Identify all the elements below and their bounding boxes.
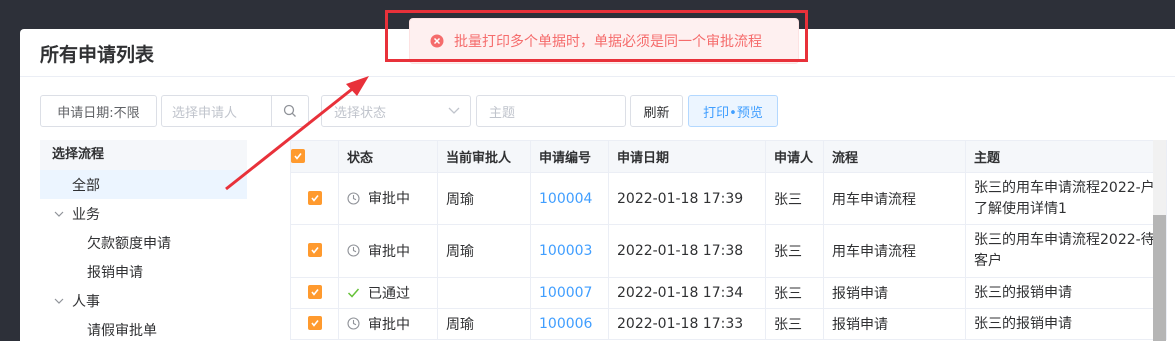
status-text: 审批中 xyxy=(368,316,410,333)
applicant-placeholder: 选择申请人 xyxy=(172,105,238,121)
row-checkbox[interactable] xyxy=(290,172,339,225)
tree-node-leave[interactable]: 请假审批单 xyxy=(40,315,247,341)
table-row[interactable]: 审批中 周瑜 100003 2022-01-18 17:38 张三 用车申请流程… xyxy=(290,224,1167,278)
tree-node-label: 请假审批单 xyxy=(87,322,157,339)
tree-node-all[interactable]: 全部 xyxy=(40,170,247,199)
application-number-link[interactable]: 100006 xyxy=(530,308,609,340)
tree-node-hr[interactable]: 人事 xyxy=(40,286,247,315)
print-preview-button[interactable]: 打印•预览 xyxy=(688,95,778,127)
tree-header: 选择流程 xyxy=(40,140,247,170)
flow-cell: 报销申请 xyxy=(823,308,966,340)
applications-table: 状态 当前审批人 申请编号 申请日期 申请人 流程 主题 审批中 周瑜 1000… xyxy=(290,140,1167,340)
tree-node-business[interactable]: 业务 xyxy=(40,199,247,228)
tree-node-debt-limit[interactable]: 欠款额度申请 xyxy=(40,228,247,257)
toast-message: 批量打印多个单据时，单据必须是同一个审批流程 xyxy=(454,34,762,50)
approver-cell: 周瑜 xyxy=(437,172,531,225)
applicant-cell: 张三 xyxy=(765,172,824,225)
approver-cell: 周瑜 xyxy=(437,224,531,278)
application-number-link[interactable]: 100004 xyxy=(530,172,609,225)
flow-cell: 报销申请 xyxy=(823,277,966,309)
table-row[interactable]: 审批中 周瑜 100004 2022-01-18 17:39 张三 用车申请流程… xyxy=(290,172,1167,225)
clock-icon xyxy=(347,192,360,205)
row-checkbox[interactable] xyxy=(290,308,339,340)
application-number-link[interactable]: 100007 xyxy=(530,277,609,309)
subject-cell: 张三的用车申请流程2022-户了解使用详情1 xyxy=(965,172,1167,225)
column-header[interactable]: 申请编号 xyxy=(530,140,609,173)
applicant-select[interactable]: 选择申请人 xyxy=(161,95,309,127)
chevron-down-icon[interactable] xyxy=(54,294,68,307)
status-cell: 审批中 xyxy=(338,172,438,225)
status-text: 审批中 xyxy=(368,191,410,208)
flow-cell: 用车申请流程 xyxy=(823,224,966,278)
row-checkbox[interactable] xyxy=(290,224,339,278)
error-circle-icon xyxy=(430,34,444,48)
subject-input[interactable]: 主题 xyxy=(476,95,626,127)
applicant-cell: 张三 xyxy=(765,277,824,309)
tree-node-label: 全部 xyxy=(72,177,100,194)
process-tree: 选择流程 全部 业务 欠款额度申请 报销申请 人事 请假审批单 xyxy=(40,140,247,341)
application-number-link[interactable]: 100003 xyxy=(530,224,609,278)
main-panel: 所有申请列表 申请日期:不限 选择申请人 选择状态 主题 刷新 打印•预览 选择… xyxy=(20,29,1175,341)
tree-node-label: 报销申请 xyxy=(87,264,143,281)
row-checkbox[interactable] xyxy=(290,277,339,309)
checkmark-icon xyxy=(307,243,322,257)
column-header[interactable]: 流程 xyxy=(823,140,966,173)
status-select[interactable]: 选择状态 xyxy=(321,95,471,127)
chevron-down-icon[interactable] xyxy=(54,207,68,220)
applicant-cell: 张三 xyxy=(765,224,824,278)
clock-icon xyxy=(347,244,360,257)
refresh-button[interactable]: 刷新 xyxy=(630,95,683,127)
column-header[interactable]: 申请日期 xyxy=(608,140,766,173)
subject-placeholder: 主题 xyxy=(489,105,516,121)
table-scrollbar-thumb[interactable] xyxy=(1153,215,1166,341)
tree-node-label: 人事 xyxy=(72,293,100,310)
chevron-down-icon xyxy=(448,107,460,115)
column-header[interactable]: 主题 xyxy=(965,140,1167,173)
column-header[interactable]: 申请人 xyxy=(765,140,824,173)
header-divider xyxy=(20,76,1175,77)
checkmark-icon xyxy=(307,316,322,330)
date-cell: 2022-01-18 17:39 xyxy=(608,172,766,225)
table-row[interactable]: 审批中 周瑜 100006 2022-01-18 17:33 张三 报销申请 张… xyxy=(290,308,1167,340)
error-toast: 批量打印多个单据时，单据必须是同一个审批流程 xyxy=(409,18,799,64)
approver-cell: 周瑜 xyxy=(437,308,531,340)
status-text: 审批中 xyxy=(368,243,410,260)
date-cell: 2022-01-18 17:33 xyxy=(608,308,766,340)
table-row[interactable]: 已通过 100007 2022-01-18 17:34 张三 报销申请 张三的报… xyxy=(290,277,1167,309)
status-cell: 已通过 xyxy=(338,277,438,309)
clock-icon xyxy=(347,317,360,330)
flow-cell: 用车申请流程 xyxy=(823,172,966,225)
subject-cell: 张三的报销申请 xyxy=(965,277,1167,309)
checkmark-icon xyxy=(291,148,305,163)
status-text: 已通过 xyxy=(368,285,410,302)
table-header-row: 状态 当前审批人 申请编号 申请日期 申请人 流程 主题 xyxy=(290,140,1167,173)
search-icon[interactable] xyxy=(271,96,308,126)
tree-node-label: 欠款额度申请 xyxy=(87,235,171,252)
date-filter-button[interactable]: 申请日期:不限 xyxy=(40,95,157,127)
select-all-checkbox[interactable] xyxy=(290,140,339,173)
column-header[interactable]: 状态 xyxy=(338,140,438,173)
status-placeholder: 选择状态 xyxy=(334,105,387,121)
status-cell: 审批中 xyxy=(338,224,438,278)
date-cell: 2022-01-18 17:38 xyxy=(608,224,766,278)
status-cell: 审批中 xyxy=(338,308,438,340)
subject-cell: 张三的报销申请 xyxy=(965,308,1167,340)
checkmark-icon xyxy=(307,190,322,205)
page-title: 所有申请列表 xyxy=(40,44,155,66)
subject-cell: 张三的用车申请流程2022-待客户 xyxy=(965,224,1167,278)
tree-node-label: 业务 xyxy=(72,206,100,223)
tree-node-reimbursement[interactable]: 报销申请 xyxy=(40,257,247,286)
column-header[interactable]: 当前审批人 xyxy=(437,140,531,173)
applicant-cell: 张三 xyxy=(765,308,824,340)
check-icon xyxy=(347,286,360,299)
approver-cell xyxy=(437,277,531,309)
date-cell: 2022-01-18 17:34 xyxy=(608,277,766,309)
checkmark-icon xyxy=(307,285,322,299)
